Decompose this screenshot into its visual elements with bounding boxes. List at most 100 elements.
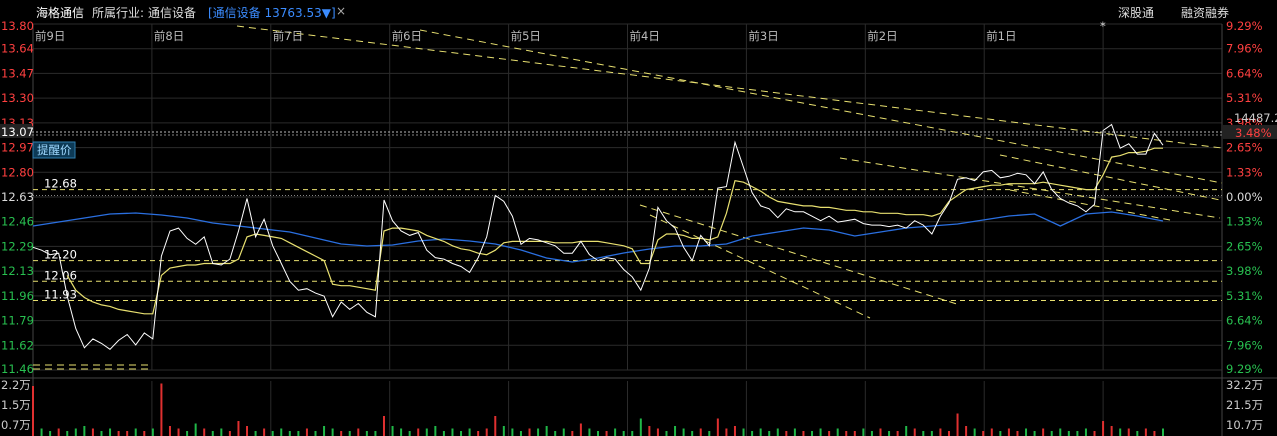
volume-bar (776, 428, 779, 436)
volume-bar (477, 431, 480, 436)
day-label: 前5日 (511, 29, 541, 43)
volume-bar (502, 426, 505, 436)
day-label: 前6日 (392, 29, 422, 43)
alert-price-label: 11.93 (44, 288, 77, 302)
y-tick-label: 11.62 (1, 338, 34, 352)
volume-bar (246, 426, 249, 436)
y-tick-label: 13.47 (1, 66, 34, 80)
volume-bar (382, 416, 385, 436)
volume-bar (811, 431, 814, 436)
pct-tick-label: 6.64% (1226, 314, 1263, 328)
volume-bar (357, 428, 360, 436)
volume-bar (802, 431, 805, 436)
volume-tick-right-label: 21.5万 (1226, 398, 1263, 412)
pct-tick-label: 5.31% (1226, 91, 1263, 105)
volume-bar (708, 431, 711, 436)
volume-bar (331, 428, 334, 436)
volume-bar (571, 431, 574, 436)
pct-tick-label: 9.29% (1226, 362, 1263, 376)
volume-bar (870, 431, 873, 436)
volume-bar (237, 421, 240, 436)
volume-bar (1110, 426, 1113, 436)
pct-tick-label: 7.96% (1226, 338, 1263, 352)
volume-bar (49, 431, 52, 436)
y-tick-label: 11.79 (1, 314, 34, 328)
multi-day-intraday-chart[interactable]: 12.6812.2012.0611.93 前9日 前8日 前7日 前6日 前5日 前4日前… (0, 0, 1277, 436)
volume-bar (1076, 431, 1079, 436)
volume-bar (716, 418, 719, 436)
volume-bar (134, 428, 137, 436)
volume-bar (117, 431, 120, 436)
y-tick-label: 11.96 (1, 289, 34, 303)
volume-bar (862, 428, 865, 436)
volume-bar (579, 423, 582, 436)
y-tick-label: 13.30 (1, 91, 34, 105)
volume-bar (682, 428, 685, 436)
price-line (32, 123, 1164, 350)
volume-bar (845, 431, 848, 436)
y-tick-label: 12.97 (1, 141, 34, 155)
volume-bar (939, 428, 942, 436)
volume-bar (733, 426, 736, 436)
volume-bar (468, 428, 471, 436)
index-readout: 14487.2 (1234, 111, 1277, 125)
pct-tick-label: 1.33% (1226, 165, 1263, 179)
volume-bar (425, 428, 428, 436)
volume-bar (751, 431, 754, 436)
volume-bar (648, 426, 651, 436)
volume-bar (177, 428, 180, 436)
volume-tick-label: 2.2万 (1, 378, 31, 392)
volume-bar (965, 426, 968, 436)
volume-bar (631, 431, 634, 436)
volume-bar (194, 423, 197, 436)
volume-bar (442, 431, 445, 436)
y-tick-label: 12.29 (1, 239, 34, 253)
volume-bar (271, 431, 274, 436)
volume-bar (365, 431, 368, 436)
volume-bar (956, 413, 959, 436)
volume-tick-label: 1.5万 (1, 398, 31, 412)
trend-line (419, 29, 1223, 184)
volume-bar (1084, 428, 1087, 436)
volume-bar (828, 431, 831, 436)
pct-tick-label: 0.00% (1226, 190, 1263, 204)
volume-bar (297, 431, 300, 436)
volume-bar (220, 428, 223, 436)
volume-bar (228, 431, 231, 436)
volume-bar (605, 431, 608, 436)
remind-price-label: 提醒价 (37, 143, 72, 157)
volume-bar (1144, 428, 1147, 436)
volume-bar (100, 431, 103, 436)
grid-lines (0, 23, 1277, 436)
volume-bar (819, 428, 822, 436)
y-tick-label: 12.46 (1, 215, 34, 229)
volume-bar (143, 431, 146, 436)
volume-bar (742, 428, 745, 436)
volume-bar (759, 428, 762, 436)
current-price-label: 13.07 (1, 125, 34, 139)
trend-line (839, 157, 1221, 219)
volume-bar (639, 418, 642, 436)
volume-bar (896, 431, 899, 436)
industry-index-line (32, 211, 1164, 263)
series-layer (32, 123, 1164, 350)
volume-bar (888, 431, 891, 436)
volume-bar (973, 428, 976, 436)
volume-bar (109, 428, 112, 436)
volume-bar (340, 431, 343, 436)
trend-line (1009, 189, 1171, 221)
volume-bar (665, 431, 668, 436)
volume-bar (836, 428, 839, 436)
volume-bar (1033, 431, 1036, 436)
star-icon: * (1100, 19, 1106, 33)
volume-bar (263, 428, 266, 436)
volume-bar (494, 416, 497, 436)
volume-bar (1025, 428, 1028, 436)
volume-bar (545, 426, 548, 436)
volume-bar (32, 386, 34, 436)
volume-bar (528, 428, 531, 436)
day-label: 前4日 (630, 29, 660, 43)
y-tick-label: 11.46 (1, 362, 34, 376)
pct-tick-label: 6.64% (1226, 66, 1263, 80)
volume-bar (451, 428, 454, 436)
